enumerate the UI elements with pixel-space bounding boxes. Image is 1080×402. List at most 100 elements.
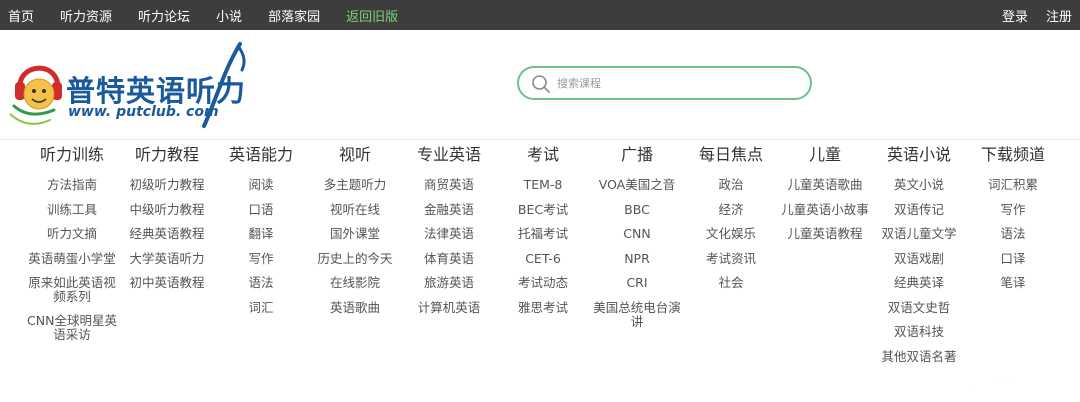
menu-item[interactable]: 双语文史哲 — [870, 296, 968, 321]
search-icon[interactable] — [531, 74, 551, 94]
menu-item[interactable]: 视听在线 — [306, 198, 404, 223]
logo-url: www. putclub. com — [68, 104, 219, 120]
menu-item[interactable]: 训练工具 — [23, 198, 121, 223]
menu-item[interactable]: 计算机英语 — [400, 296, 498, 321]
menu-item[interactable]: 金融英语 — [400, 198, 498, 223]
nav-old-version-link[interactable]: 返回旧版 — [346, 6, 398, 25]
menu-item[interactable]: 写作 — [212, 247, 310, 272]
nav-tribe-link[interactable]: 部落家园 — [268, 6, 320, 25]
menu-item[interactable]: CET-6 — [494, 247, 592, 272]
menu-item[interactable]: 翻译 — [212, 222, 310, 247]
menu-item[interactable]: 方法指南 — [23, 173, 121, 198]
menu-item[interactable]: 中级听力教程 — [118, 198, 216, 223]
menu-column-exams: 考试 TEM-8 BEC考试 托福考试 CET-6 考试动态 雅思考试 — [494, 140, 592, 320]
menu-item[interactable]: 英文小说 — [870, 173, 968, 198]
menu-item[interactable]: 英语歌曲 — [306, 296, 404, 321]
menu-heading[interactable]: 英语能力 — [212, 140, 310, 170]
menu-item[interactable]: 体育英语 — [400, 247, 498, 272]
menu-item[interactable]: 雅思考试 — [494, 296, 592, 321]
menu-item[interactable]: 口语 — [212, 198, 310, 223]
nav-listening-link[interactable]: 听力资源 — [60, 6, 112, 25]
menu-column-english-novels: 英语小说 英文小说 双语传记 双语儿童文学 双语戏剧 经典英译 双语文史哲 双语… — [870, 140, 968, 369]
menu-heading[interactable]: 儿童 — [776, 140, 874, 170]
menu-item[interactable]: CNN — [588, 222, 686, 247]
menu-item[interactable]: 初中英语教程 — [118, 271, 216, 296]
menu-heading[interactable]: 专业英语 — [400, 140, 498, 170]
login-link[interactable]: 登录 — [1002, 6, 1028, 25]
search-input[interactable] — [557, 73, 797, 93]
menu-item[interactable]: 双语传记 — [870, 198, 968, 223]
search-box — [517, 66, 812, 100]
menu-item[interactable]: 大学英语听力 — [118, 247, 216, 272]
menu-item[interactable]: 其他双语名著 — [870, 345, 968, 370]
menu-column-listening-course: 听力教程 初级听力教程 中级听力教程 经典英语教程 大学英语听力 初中英语教程 — [118, 140, 216, 296]
menu-column-broadcast: 广播 VOA美国之音 BBC CNN NPR CRI 美国总统电台演讲 — [588, 140, 686, 334]
nav-novel-link[interactable]: 小说 — [216, 6, 242, 25]
menu-item[interactable]: 商贸英语 — [400, 173, 498, 198]
menu-item[interactable]: 政治 — [682, 173, 780, 198]
menu-item[interactable]: 儿童英语教程 — [776, 222, 874, 247]
menu-item[interactable]: 初级听力教程 — [118, 173, 216, 198]
menu-item[interactable]: 法律英语 — [400, 222, 498, 247]
menu-item[interactable]: 文化娱乐 — [682, 222, 780, 247]
menu-item[interactable]: 经典英语教程 — [118, 222, 216, 247]
menu-item[interactable]: 历史上的今天 — [306, 247, 404, 272]
menu-heading[interactable]: 英语小说 — [870, 140, 968, 170]
menu-item[interactable]: NPR — [588, 247, 686, 272]
menu-item[interactable]: 口译 — [964, 247, 1062, 272]
menu-item[interactable]: 阅读 — [212, 173, 310, 198]
menu-item[interactable]: BBC — [588, 198, 686, 223]
menu-item[interactable]: 听力文摘 — [23, 222, 121, 247]
menu-heading[interactable]: 听力教程 — [118, 140, 216, 170]
menu-item[interactable]: 多主题听力 — [306, 173, 404, 198]
register-link[interactable]: 注册 — [1046, 6, 1072, 25]
menu-item[interactable]: 儿童英语小故事 — [776, 198, 874, 223]
menu-heading[interactable]: 每日焦点 — [682, 140, 780, 170]
menu-item[interactable]: 双语戏剧 — [870, 247, 968, 272]
menu-item[interactable]: 美国总统电台演讲 — [588, 296, 686, 334]
menu-item[interactable]: 社会 — [682, 271, 780, 296]
menu-heading[interactable]: 考试 — [494, 140, 592, 170]
menu-item[interactable]: 考试资讯 — [682, 247, 780, 272]
menu-item[interactable]: CRI — [588, 271, 686, 296]
menu-heading[interactable]: 下载频道 — [964, 140, 1062, 170]
nav-forum-link[interactable]: 听力论坛 — [138, 6, 190, 25]
menu-item[interactable]: 托福考试 — [494, 222, 592, 247]
menu-item[interactable]: VOA美国之音 — [588, 173, 686, 198]
menu-column-daily-focus: 每日焦点 政治 经济 文化娱乐 考试资讯 社会 — [682, 140, 780, 296]
menu-item[interactable]: 在线影院 — [306, 271, 404, 296]
watermark: 锐客网 — [966, 356, 1040, 392]
menu-item[interactable]: 英语萌蛋小学堂 — [23, 247, 121, 272]
menu-item[interactable]: BEC考试 — [494, 198, 592, 223]
menu-item[interactable]: 双语科技 — [870, 320, 968, 345]
menu-item[interactable]: CNN全球明星英语采访 — [23, 309, 121, 347]
menu-item[interactable]: 语法 — [964, 222, 1062, 247]
menu-item[interactable]: 词汇积累 — [964, 173, 1062, 198]
menu-item[interactable]: 国外课堂 — [306, 222, 404, 247]
nav-home-link[interactable]: 首页 — [8, 6, 34, 25]
menu-item[interactable]: 语法 — [212, 271, 310, 296]
menu-column-children: 儿童 儿童英语歌曲 儿童英语小故事 儿童英语教程 — [776, 140, 874, 247]
menu-column-english-skills: 英语能力 阅读 口语 翻译 写作 语法 词汇 — [212, 140, 310, 320]
menu-item[interactable]: 考试动态 — [494, 271, 592, 296]
menu-column-audiovisual: 视听 多主题听力 视听在线 国外课堂 历史上的今天 在线影院 英语歌曲 — [306, 140, 404, 320]
menu-item[interactable]: 经济 — [682, 198, 780, 223]
menu-item[interactable]: 笔译 — [964, 271, 1062, 296]
menu-item[interactable]: 词汇 — [212, 296, 310, 321]
site-logo[interactable]: 普特英语听力 www. putclub. com — [9, 40, 260, 132]
menu-item[interactable]: 经典英译 — [870, 271, 968, 296]
menu-heading[interactable]: 广播 — [588, 140, 686, 170]
menu-item[interactable]: 写作 — [964, 198, 1062, 223]
menu-item[interactable]: 旅游英语 — [400, 271, 498, 296]
menu-item[interactable]: 双语儿童文学 — [870, 222, 968, 247]
menu-column-downloads: 下载频道 词汇积累 写作 语法 口译 笔译 — [964, 140, 1062, 296]
menu-heading[interactable]: 听力训练 — [23, 140, 121, 170]
menu-column-professional-english: 专业英语 商贸英语 金融英语 法律英语 体育英语 旅游英语 计算机英语 — [400, 140, 498, 320]
top-nav-left: 首页 听力资源 听力论坛 小说 部落家园 返回旧版 — [0, 0, 416, 30]
menu-item[interactable]: 儿童英语歌曲 — [776, 173, 874, 198]
menu-heading[interactable]: 视听 — [306, 140, 404, 170]
menu-column-listening-training: 听力训练 方法指南 训练工具 听力文摘 英语萌蛋小学堂 原来如此英语视频系列 C… — [23, 140, 121, 347]
menu-item[interactable]: TEM-8 — [494, 173, 592, 198]
site-header: 普特英语听力 www. putclub. com — [0, 30, 1080, 140]
menu-item[interactable]: 原来如此英语视频系列 — [23, 271, 121, 309]
